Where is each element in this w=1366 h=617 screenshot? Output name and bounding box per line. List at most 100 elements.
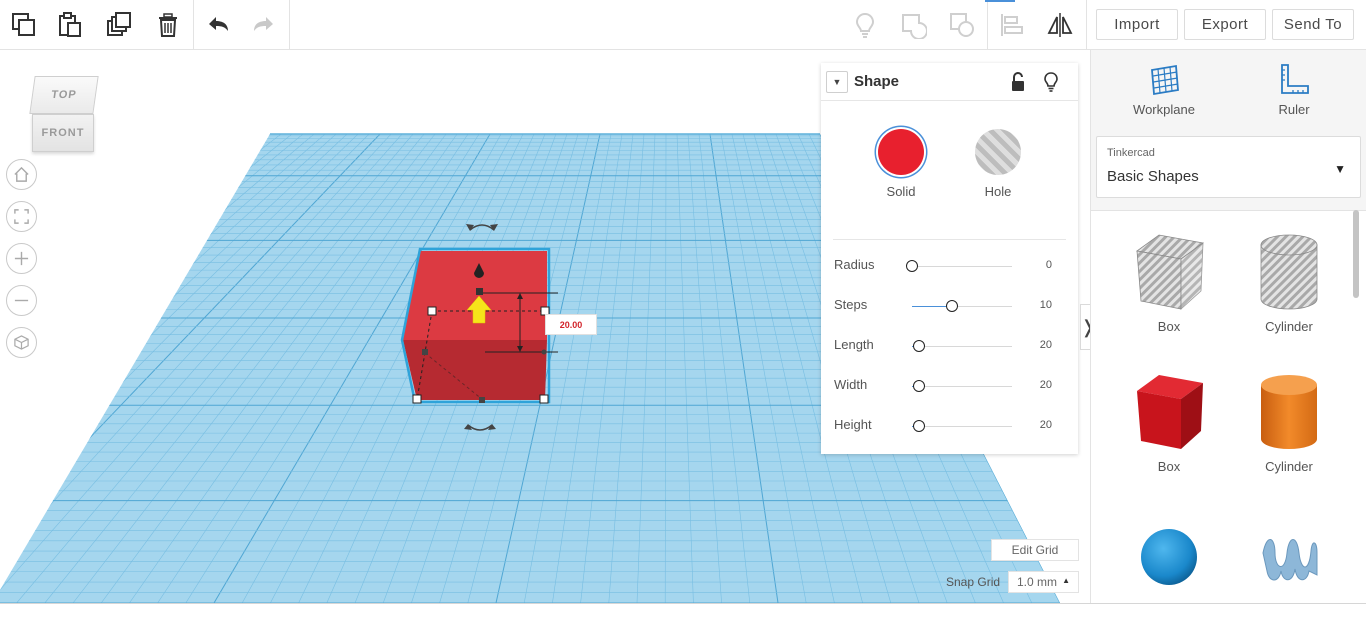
box-shape[interactable] (400, 247, 558, 404)
ruler-tool[interactable]: Ruler (1244, 62, 1344, 117)
library-item-label: Box (1157, 319, 1181, 334)
param-value[interactable]: 20 (1040, 379, 1052, 391)
shape-library: Box Cylinder Box Cylinder (1091, 210, 1366, 603)
send-to-button[interactable]: Send To (1272, 9, 1354, 40)
library-item-label: Cylinder (1265, 459, 1313, 474)
group-button[interactable] (893, 6, 933, 44)
fit-view-icon (14, 209, 29, 224)
cube-icon (14, 335, 29, 350)
param-slider[interactable] (912, 300, 1012, 312)
param-slider[interactable] (906, 260, 1012, 272)
param-slider-knob[interactable] (946, 300, 958, 312)
home-view-button[interactable] (6, 159, 37, 190)
library-item-cylinder[interactable]: Cylinder (1229, 369, 1349, 474)
note-bulb-button[interactable] (845, 6, 885, 44)
hole-box-icon (1136, 234, 1204, 310)
shape-inspector: ▼ Shape Solid Hole Radius 0 Steps 10 Length 2… (821, 63, 1078, 454)
bulb-icon[interactable] (1042, 72, 1060, 92)
snap-grid-select[interactable]: 1.0 mm ▲ (1008, 571, 1079, 593)
library-item-label: Box (1157, 459, 1181, 474)
ungroup-icon (950, 13, 974, 37)
ungroup-button[interactable] (942, 6, 982, 44)
param-slider-knob[interactable] (913, 340, 925, 352)
height-handle[interactable] (476, 288, 483, 295)
library-item-hole-cylinder[interactable]: Cylinder (1229, 229, 1349, 334)
fit-view-button[interactable] (6, 201, 37, 232)
library-item-sphere[interactable] (1109, 513, 1229, 593)
param-slider[interactable] (912, 340, 1012, 352)
param-value[interactable]: 20 (1040, 419, 1052, 431)
param-slider-knob[interactable] (913, 380, 925, 392)
unlock-icon[interactable] (1009, 72, 1027, 92)
collapse-inspector-button[interactable]: ▼ (826, 71, 848, 93)
library-item-hole-box[interactable]: Box (1109, 229, 1229, 334)
param-label: Steps (834, 297, 868, 312)
resize-handle[interactable] (422, 349, 428, 355)
box-top-face[interactable] (403, 251, 547, 340)
paste-button[interactable] (50, 6, 90, 44)
param-slider[interactable] (912, 380, 1012, 392)
note-bulb-icon (855, 12, 875, 38)
param-row-width: Width 20 (834, 377, 1064, 397)
param-row-radius: Radius 0 (834, 257, 1064, 277)
edit-grid-button[interactable]: Edit Grid (991, 539, 1079, 561)
cylinder-icon (1261, 375, 1317, 449)
shape-library-select[interactable]: Tinkercad Basic Shapes ▼ (1096, 136, 1361, 198)
viewcube[interactable]: TOP FRONT (29, 76, 99, 154)
align-icon (1001, 14, 1023, 36)
param-slider-knob[interactable] (913, 420, 925, 432)
param-row-height: Height 20 (834, 417, 1064, 437)
redo-button[interactable] (244, 6, 284, 44)
viewcube-front[interactable]: FRONT (32, 114, 94, 152)
library-name: Basic Shapes (1107, 168, 1199, 185)
zoom-out-button[interactable] (6, 285, 37, 316)
minus-icon (14, 299, 29, 302)
redo-icon (254, 17, 273, 31)
workplane-tool[interactable]: Workplane (1114, 62, 1214, 117)
undo-button[interactable] (198, 6, 238, 44)
duplicate-icon (107, 12, 131, 36)
resize-handle[interactable] (412, 394, 422, 404)
ruler-label: Ruler (1278, 102, 1310, 117)
box-icon (1137, 375, 1203, 449)
library-item-scribble[interactable] (1229, 513, 1349, 593)
resize-handle[interactable] (479, 397, 485, 403)
top-toolbar: Import Export Send To (0, 0, 1366, 50)
param-row-length: Length 20 (834, 337, 1064, 357)
param-value[interactable]: 0 (1046, 259, 1052, 271)
snap-grid-value: 1.0 mm (1017, 575, 1058, 589)
param-value[interactable]: 20 (1040, 339, 1052, 351)
resize-handle[interactable] (539, 394, 549, 404)
solid-color-swatch[interactable] (878, 129, 924, 175)
bottom-bar (0, 603, 1366, 617)
param-slider[interactable] (912, 420, 1012, 432)
resize-handle[interactable] (427, 306, 437, 316)
delete-icon (159, 13, 177, 37)
delete-button[interactable] (148, 6, 188, 44)
param-slider-knob[interactable] (906, 260, 918, 272)
height-dimension-input[interactable]: 20.00 (545, 314, 597, 335)
align-button[interactable] (992, 6, 1032, 44)
scribble-icon (1262, 539, 1318, 581)
viewcube-top[interactable]: TOP (29, 76, 99, 114)
snap-grid-label: Snap Grid (946, 575, 1001, 589)
copy-icon (12, 13, 35, 36)
plus-icon (14, 251, 29, 266)
export-button[interactable]: Export (1184, 9, 1266, 40)
param-label: Width (834, 377, 868, 392)
copy-button[interactable] (4, 6, 44, 44)
solid-label: Solid (886, 184, 916, 199)
duplicate-button[interactable] (99, 6, 139, 44)
param-value[interactable]: 10 (1040, 299, 1052, 311)
mirror-button[interactable] (1040, 6, 1080, 44)
library-item-box[interactable]: Box (1109, 369, 1229, 474)
hole-label: Hole (984, 184, 1012, 199)
ruler-icon (1281, 64, 1309, 94)
import-button[interactable]: Import (1096, 9, 1178, 40)
perspective-button[interactable] (6, 327, 37, 358)
zoom-in-button[interactable] (6, 243, 37, 274)
home-icon (14, 166, 29, 182)
hole-swatch[interactable] (975, 129, 1021, 175)
library-scrollbar[interactable] (1353, 210, 1359, 298)
workplane-icon (1151, 64, 1179, 96)
